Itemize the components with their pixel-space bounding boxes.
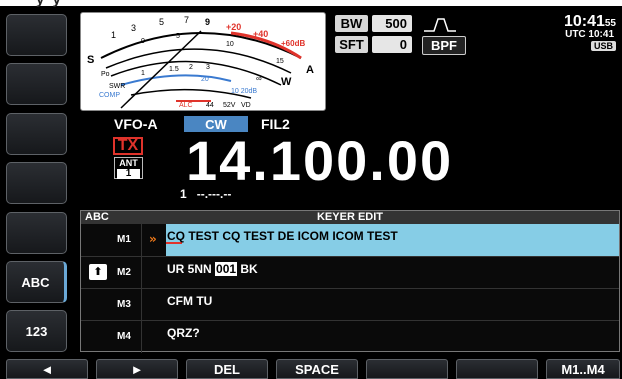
frequency-readout[interactable]: 14.100.00 — [186, 133, 453, 189]
meter-w-label: W — [281, 76, 292, 88]
keyer-row-label: M2 — [117, 267, 131, 278]
meter-alc-label: ALC — [179, 102, 193, 109]
memory-select-button[interactable]: M1..M4 — [546, 359, 620, 379]
s-tick-7: 7 — [184, 15, 189, 25]
bw-value[interactable]: 500 — [372, 15, 412, 32]
row-separator — [141, 321, 142, 353]
sft-label: SFT — [335, 36, 368, 53]
text-part-1: UR 5NN — [167, 262, 212, 276]
keyer-row-label: M4 — [117, 331, 131, 342]
swr-tick-2: 2 — [189, 64, 193, 71]
sft-value[interactable]: 0 — [372, 36, 412, 53]
po-tick-5: 5 — [176, 33, 180, 40]
cursor-left-button[interactable]: ◄ — [6, 359, 88, 379]
keyer-edit-title: KEYER EDIT — [316, 211, 383, 223]
sub-readout: 1 --.---.-- — [180, 187, 231, 201]
tx-indicator: TX — [113, 137, 143, 155]
s-tick-plus20: +20 — [226, 22, 241, 32]
row-separator — [141, 224, 142, 256]
top-strip: y y — [0, 0, 622, 8]
s-tick-5: 5 — [159, 17, 164, 27]
keyer-row-m3[interactable]: M3 CFM TU — [81, 288, 619, 321]
filter-shape-icon — [420, 14, 460, 34]
meter-vd-label: VD — [241, 102, 251, 109]
mode-badge: USB — [590, 41, 616, 51]
side-key-3[interactable] — [6, 113, 67, 155]
sub-readout-label: 1 — [180, 187, 187, 201]
space-button[interactable]: SPACE — [276, 359, 358, 379]
row-arrow-icon: » — [149, 232, 157, 246]
ant-indicator: ANT 1 — [114, 157, 143, 179]
row-separator — [141, 289, 142, 321]
meter-s-label: S — [87, 54, 94, 66]
side-key-abc[interactable]: ABC — [6, 261, 67, 303]
comp-scale: 10 20dB — [231, 88, 257, 95]
meter-po-label: Po — [101, 71, 110, 78]
s-tick-plus40: +40 — [253, 29, 268, 39]
ant-label: ANT — [119, 158, 138, 168]
bw-label: BW — [335, 15, 368, 32]
side-key-123[interactable]: 123 — [6, 310, 67, 352]
keyer-row-m4[interactable]: M4 QRZ? — [81, 320, 619, 353]
keyer-row-label: M1 — [117, 234, 131, 245]
swr-tick-inf: ∞ — [256, 74, 262, 83]
meter-comp-label: COMP — [99, 92, 120, 99]
vd-tick-44: 44 — [206, 102, 214, 109]
sub-readout-value: --.---.-- — [196, 187, 232, 201]
clock-seconds: 55 — [604, 18, 616, 29]
id-tick-20: 20 — [201, 76, 209, 83]
side-key-4[interactable] — [6, 162, 67, 204]
keyer-row-m2[interactable]: ⬆ M2 UR 5NN 001 BK — [81, 256, 619, 289]
keyer-edit-header: ABC KEYER EDIT — [81, 211, 619, 223]
keyer-row-text[interactable]: CQ TEST CQ TEST DE ICOM ICOM TEST — [167, 229, 398, 243]
side-key-5[interactable] — [6, 212, 67, 254]
clock-time: 10:41 — [563, 13, 605, 30]
swr-tick-1-5: 1.5 — [169, 66, 179, 73]
po-tick-10: 10 — [226, 41, 234, 48]
s-tick-9: 9 — [205, 17, 210, 27]
s-tick-1: 1 — [111, 30, 116, 40]
bottom-key-6[interactable] — [456, 359, 538, 379]
keyer-row-m1[interactable]: M1 » CQ TEST CQ TEST DE ICOM ICOM TEST — [81, 223, 619, 256]
po-tick-15: 15 — [276, 58, 284, 65]
cursor-right-button[interactable]: ► — [96, 359, 178, 379]
row-separator — [141, 257, 142, 289]
keyer-row-text[interactable]: CFM TU — [167, 294, 212, 308]
multi-meter: S A W 1 3 5 7 9 +20 +40 +60dB 0 5 10 15 … — [80, 12, 326, 111]
keyer-row-label: M3 — [117, 299, 131, 310]
po-tick-0: 0 — [141, 38, 145, 45]
top-strip-text: y y — [36, 0, 63, 8]
shift-up-icon[interactable]: ⬆ — [89, 264, 107, 280]
ant-value: 1 — [117, 169, 140, 179]
s-tick-plus60: +60dB — [281, 39, 305, 48]
swr-tick-1: 1 — [141, 70, 145, 77]
serial-number-box: 001 — [215, 262, 238, 276]
utc-time: UTC 10:41 — [565, 29, 614, 40]
side-key-1[interactable] — [6, 14, 67, 56]
bpf-button[interactable]: BPF — [422, 36, 466, 55]
side-key-2[interactable] — [6, 63, 67, 105]
meter-a-label: A — [306, 64, 314, 76]
s-tick-3: 3 — [131, 23, 136, 33]
keyer-row-text[interactable]: UR 5NN 001 BK — [167, 262, 258, 276]
keyer-edit-panel: ABC KEYER EDIT M1 » CQ TEST CQ TEST DE I… — [80, 210, 620, 353]
keyer-row-text[interactable]: QRZ? — [167, 326, 200, 340]
bottom-key-5[interactable] — [366, 359, 448, 379]
meter-swr-label: SWR — [109, 83, 125, 90]
swr-tick-3: 3 — [206, 64, 210, 71]
vd-tick-52: 52V — [223, 102, 236, 109]
delete-button[interactable]: DEL — [186, 359, 268, 379]
vfo-label[interactable]: VFO-A — [114, 116, 158, 132]
text-part-2: BK — [240, 262, 258, 276]
